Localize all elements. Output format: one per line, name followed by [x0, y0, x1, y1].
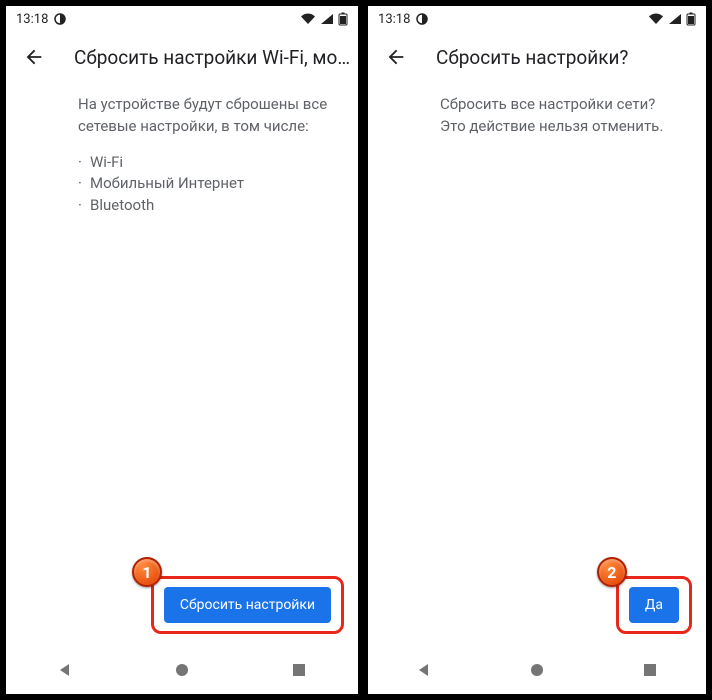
notification-dot-icon: [416, 13, 428, 25]
arrow-left-icon: [23, 46, 45, 68]
phone-screen-2: 13:18 Сбросить настройки? Сбросить все н…: [366, 4, 708, 696]
page-title: Сбросить настройки?: [436, 46, 698, 69]
content-area: Сбросить все настройки сети? Это действи…: [368, 82, 706, 646]
page-title: Сбросить настройки Wi-Fi, мо…: [74, 46, 350, 69]
body-text: На устройстве будут сброшены все сетевые…: [78, 94, 334, 138]
triangle-back-icon: [416, 662, 432, 678]
action-area: 1 Сбросить настройки: [151, 576, 344, 634]
notification-dot-icon: [54, 13, 66, 25]
signal-icon: [320, 13, 334, 25]
nav-back-button[interactable]: [399, 650, 449, 690]
body-text: Сбросить все настройки сети? Это действи…: [440, 94, 682, 138]
status-time: 13:18: [16, 12, 48, 27]
app-bar: Сбросить настройки Wi-Fi, мо…: [6, 32, 358, 82]
battery-icon: [686, 12, 696, 26]
square-recent-icon: [643, 663, 657, 677]
status-bar: 13:18: [6, 6, 358, 32]
confirm-button[interactable]: Да: [629, 587, 679, 623]
reset-settings-button[interactable]: Сбросить настройки: [164, 587, 331, 623]
app-bar: Сбросить настройки?: [368, 32, 706, 82]
nav-recent-button[interactable]: [274, 650, 324, 690]
phone-screen-1: 13:18 Сбросить настройки Wi-Fi, мо… На у…: [4, 4, 360, 696]
step-badge: 2: [597, 557, 627, 587]
list-item: ·Wi-Fi: [78, 152, 334, 174]
square-recent-icon: [292, 663, 306, 677]
nav-back-button[interactable]: [40, 650, 90, 690]
status-bar: 13:18: [368, 6, 706, 32]
signal-icon: [668, 13, 682, 25]
content-area: На устройстве будут сброшены все сетевые…: [6, 82, 358, 646]
list-item: ·Мобильный Интернет: [78, 173, 334, 195]
back-button[interactable]: [376, 37, 416, 77]
system-nav-bar: [6, 646, 358, 694]
status-time: 13:18: [378, 12, 410, 27]
nav-recent-button[interactable]: [625, 650, 675, 690]
screenshot-pair: 13:18 Сбросить настройки Wi-Fi, мо… На у…: [0, 0, 712, 700]
arrow-left-icon: [385, 46, 407, 68]
nav-home-button[interactable]: [512, 650, 562, 690]
circle-home-icon: [529, 662, 545, 678]
list-item: ·Bluetooth: [78, 195, 334, 217]
circle-home-icon: [174, 662, 190, 678]
battery-icon: [338, 12, 348, 26]
action-area: 2 Да: [616, 576, 692, 634]
triangle-back-icon: [57, 662, 73, 678]
wifi-icon: [648, 13, 664, 25]
nav-home-button[interactable]: [157, 650, 207, 690]
system-nav-bar: [368, 646, 706, 694]
highlight-box: 1 Сбросить настройки: [151, 576, 344, 634]
reset-list: ·Wi-Fi ·Мобильный Интернет ·Bluetooth: [78, 152, 334, 217]
step-badge: 1: [132, 557, 162, 587]
wifi-icon: [300, 13, 316, 25]
back-button[interactable]: [14, 37, 54, 77]
highlight-box: 2 Да: [616, 576, 692, 634]
